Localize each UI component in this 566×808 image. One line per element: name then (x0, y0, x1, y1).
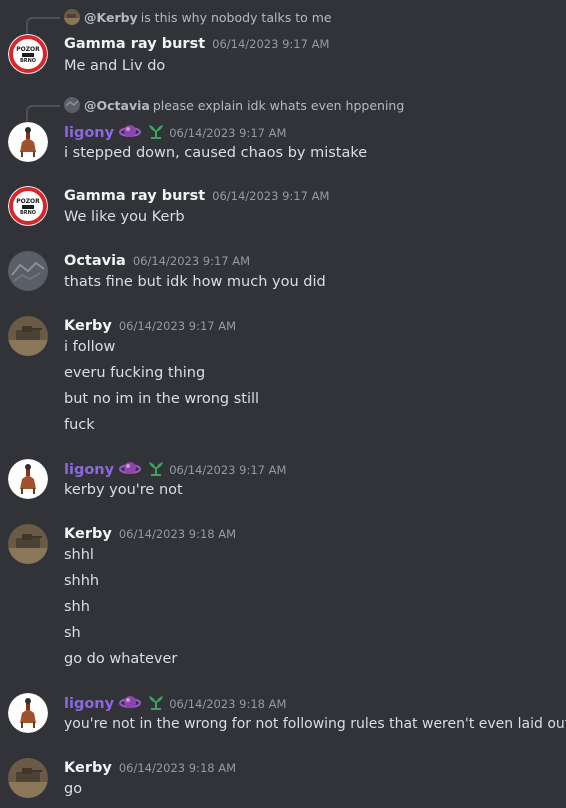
author-label[interactable]: Kerby (64, 526, 112, 542)
timestamp: 06/14/2023 9:17 AM (118, 319, 237, 333)
timestamp: 06/14/2023 9:17 AM (169, 463, 287, 477)
author-label[interactable]: Octavia (64, 253, 126, 269)
author-name[interactable]: Octavia 06/14/2023 9:17 AM (64, 251, 250, 271)
timestamp: 06/14/2023 9:17 AM (132, 254, 251, 268)
timestamp: 06/14/2023 9:18 AM (118, 761, 237, 775)
author-label[interactable]: ligony (64, 462, 114, 478)
message-line: thats fine but idk how much you did (64, 274, 326, 290)
reply-author[interactable]: @Octavia (84, 98, 150, 113)
avatar-text-pozor: POZOR (16, 46, 40, 53)
author-label[interactable]: ligony (64, 696, 114, 712)
timestamp: 06/14/2023 9:18 AM (169, 697, 287, 711)
message-line: i stepped down, caused chaos by mistake (64, 145, 368, 161)
avatar-kerby[interactable] (8, 524, 48, 564)
author-name[interactable]: Gamma ray burst 06/14/2023 9:17 AM (64, 186, 329, 206)
message-line: shh (64, 599, 90, 615)
timestamp: 06/14/2023 9:17 AM (212, 189, 330, 203)
avatar-octavia[interactable] (8, 251, 48, 291)
reply-avatar-kerby (64, 9, 80, 25)
reply-connector (26, 105, 60, 121)
message-line: We like you Kerb (64, 209, 185, 225)
message-line: but no im in the wrong still (64, 391, 260, 407)
message-line: Me and Liv do (64, 58, 166, 74)
message-line: sh (64, 625, 81, 641)
timestamp: 06/14/2023 9:18 AM (118, 527, 237, 541)
avatar-ligony[interactable] (8, 122, 48, 162)
reply-text[interactable]: is this why nobody talks to me (141, 10, 332, 25)
reply-text[interactable]: please explain idk whats even hppening (153, 98, 404, 113)
avatar-ligony[interactable] (8, 693, 48, 733)
author-label[interactable]: ligony (64, 125, 114, 141)
author-label[interactable]: Kerby (64, 760, 112, 776)
avatar-gamma-ray-burst[interactable]: POZOR BRNO (8, 34, 48, 74)
avatar-ligony[interactable] (8, 459, 48, 499)
message-line: fuck (64, 417, 95, 433)
reply-avatar-octavia (64, 97, 80, 113)
author-name[interactable]: Gamma ray burst 06/14/2023 9:17 AM (64, 34, 329, 54)
author-label[interactable]: Gamma ray burst (64, 188, 205, 204)
avatar-kerby[interactable] (8, 758, 48, 798)
timestamp: 06/14/2023 9:17 AM (169, 126, 287, 140)
message-line: i follow (64, 339, 116, 355)
chat-log: @Kerby is this why nobody talks to me POZ… (0, 0, 566, 808)
avatar-text-pozor: POZOR (16, 198, 40, 205)
message-line: kerby you're not (64, 482, 183, 498)
message-line: go (64, 781, 83, 797)
reply-connector (26, 17, 60, 33)
timestamp: 06/14/2023 9:17 AM (212, 37, 330, 51)
author-name[interactable]: Kerby 06/14/2023 9:18 AM (64, 758, 236, 778)
message-line: shhh (64, 573, 100, 589)
avatar-text-brno: BRNO (20, 58, 36, 64)
message-line: you're not in the wrong for not followin… (64, 716, 566, 732)
avatar-text-brno: BRNO (20, 210, 36, 216)
author-name[interactable]: Kerby 06/14/2023 9:18 AM (64, 524, 236, 544)
avatar-kerby[interactable] (8, 316, 48, 356)
avatar-gamma-ray-burst[interactable]: POZOR BRNO (8, 186, 48, 226)
author-name[interactable]: Kerby 06/14/2023 9:17 AM (64, 316, 236, 336)
message-line: go do whatever (64, 651, 178, 667)
author-label[interactable]: Gamma ray burst (64, 36, 205, 52)
message-line: everu fucking thing (64, 365, 206, 381)
author-label[interactable]: Kerby (64, 318, 112, 334)
reply-author[interactable]: @Kerby (84, 10, 138, 25)
message-line: shhl (64, 547, 94, 563)
